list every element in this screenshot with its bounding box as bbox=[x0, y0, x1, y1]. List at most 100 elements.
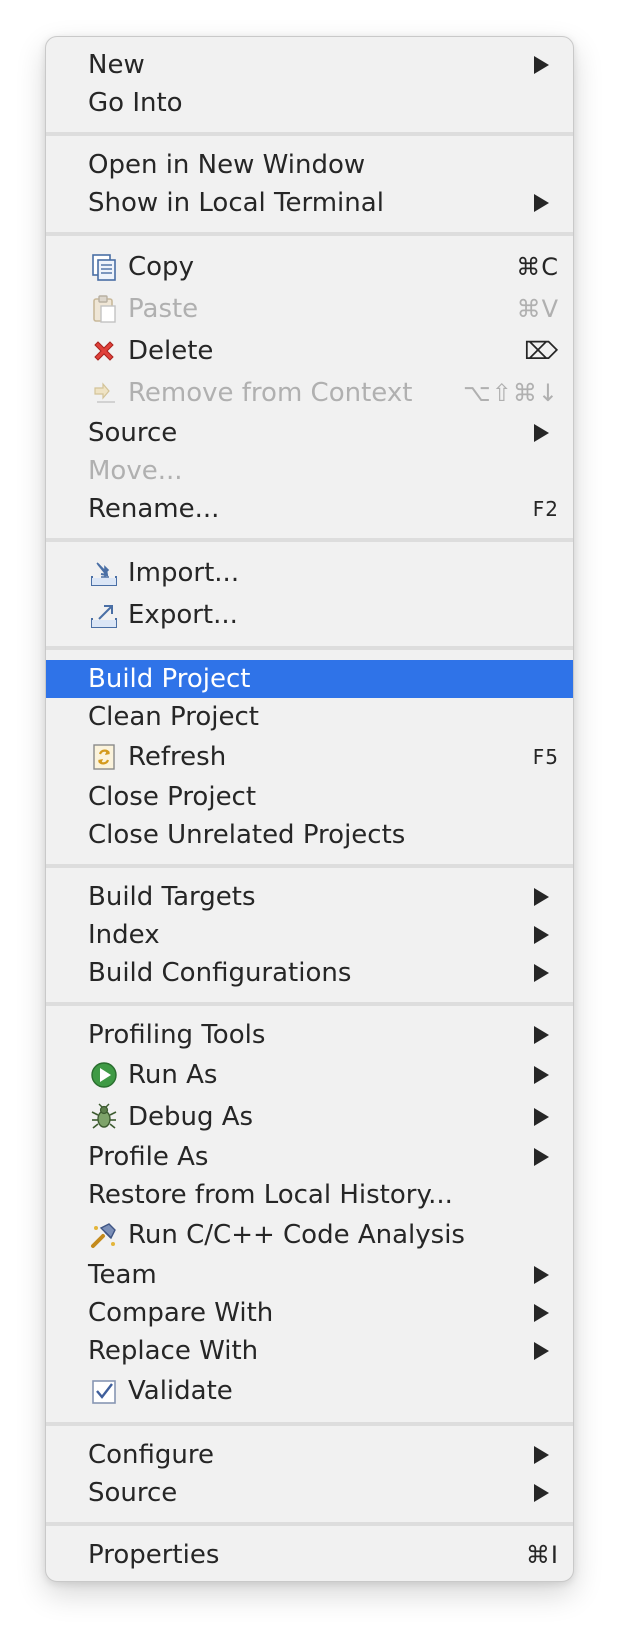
menu-item-label: Delete bbox=[128, 336, 214, 366]
menu-item-label: Properties bbox=[88, 1540, 220, 1570]
submenu-arrow-icon bbox=[534, 1026, 549, 1044]
copy-icon bbox=[88, 251, 120, 283]
menu-item-paste: Paste ⌘V bbox=[46, 288, 573, 330]
menu-item-label: Source bbox=[88, 418, 178, 448]
menu-item-export[interactable]: Export... bbox=[46, 594, 573, 636]
code-analysis-icon bbox=[88, 1219, 120, 1251]
menu-item-label: Debug As bbox=[128, 1102, 254, 1132]
submenu-arrow-icon bbox=[534, 888, 549, 906]
run-icon bbox=[88, 1059, 120, 1091]
separator bbox=[46, 132, 573, 136]
menu-item-go-into[interactable]: Go Into bbox=[46, 84, 573, 122]
menu-item-label: Team bbox=[88, 1260, 157, 1290]
menu-item-label: Build Targets bbox=[88, 882, 256, 912]
menu-item-label: Profile As bbox=[88, 1142, 209, 1172]
submenu-arrow-icon bbox=[534, 194, 549, 212]
menu-item-build-targets[interactable]: Build Targets bbox=[46, 878, 573, 916]
menu-item-index[interactable]: Index bbox=[46, 916, 573, 954]
menu-item-label: Move... bbox=[88, 456, 183, 486]
menu-item-label: Profiling Tools bbox=[88, 1020, 266, 1050]
menu-item-remove-from-context: Remove from Context ⌥⇧⌘↓ bbox=[46, 372, 573, 414]
shortcut-label: F2 bbox=[532, 497, 559, 521]
separator bbox=[46, 646, 573, 650]
menu-item-label: Compare With bbox=[88, 1298, 274, 1328]
menu-item-clean-project[interactable]: Clean Project bbox=[46, 698, 573, 736]
menu-item-label: Build Configurations bbox=[88, 958, 352, 988]
submenu-arrow-icon bbox=[534, 964, 549, 982]
menu-item-run-as[interactable]: Run As bbox=[46, 1054, 573, 1096]
menu-item-replace-with[interactable]: Replace With bbox=[46, 1332, 573, 1370]
menu-item-close-project[interactable]: Close Project bbox=[46, 778, 573, 816]
menu-item-source[interactable]: Source bbox=[46, 414, 573, 452]
menu-item-delete[interactable]: Delete ⌦ bbox=[46, 330, 573, 372]
separator bbox=[46, 1422, 573, 1426]
menu-item-compare-with[interactable]: Compare With bbox=[46, 1294, 573, 1332]
submenu-arrow-icon bbox=[534, 1304, 549, 1322]
menu-item-label: Go Into bbox=[88, 88, 183, 118]
submenu-arrow-icon bbox=[534, 1484, 549, 1502]
separator bbox=[46, 1002, 573, 1006]
shortcut-label: ⌦ bbox=[524, 337, 559, 365]
separator bbox=[46, 232, 573, 236]
menu-item-label: Open in New Window bbox=[88, 150, 366, 180]
menu-item-label: New bbox=[88, 50, 145, 80]
submenu-arrow-icon bbox=[534, 1148, 549, 1166]
menu-item-label: Index bbox=[88, 920, 160, 950]
bug-icon bbox=[88, 1101, 120, 1133]
menu-item-source-2[interactable]: Source bbox=[46, 1474, 573, 1512]
submenu-arrow-icon bbox=[534, 1266, 549, 1284]
submenu-arrow-icon bbox=[534, 56, 549, 74]
menu-item-label: Remove from Context bbox=[128, 378, 413, 408]
menu-item-show-local-terminal[interactable]: Show in Local Terminal bbox=[46, 184, 573, 222]
menu-item-label: Configure bbox=[88, 1440, 215, 1470]
menu-item-label: Copy bbox=[128, 252, 194, 282]
checkbox-icon bbox=[88, 1375, 120, 1407]
menu-item-properties[interactable]: Properties ⌘I bbox=[46, 1536, 573, 1574]
menu-item-label: Replace With bbox=[88, 1336, 259, 1366]
shortcut-label: ⌥⇧⌘↓ bbox=[463, 379, 559, 407]
menu-item-label: Export... bbox=[128, 600, 238, 630]
menu-item-import[interactable]: Import... bbox=[46, 552, 573, 594]
shortcut-label: ⌘V bbox=[516, 295, 559, 323]
menu-item-refresh[interactable]: Refresh F5 bbox=[46, 736, 573, 778]
menu-item-run-code-analysis[interactable]: Run C/C++ Code Analysis bbox=[46, 1214, 573, 1256]
menu-item-copy[interactable]: Copy ⌘C bbox=[46, 246, 573, 288]
menu-item-label: Run As bbox=[128, 1060, 218, 1090]
menu-item-label: Source bbox=[88, 1478, 178, 1508]
menu-item-profiling-tools[interactable]: Profiling Tools bbox=[46, 1016, 573, 1054]
submenu-arrow-icon bbox=[534, 926, 549, 944]
menu-item-open-new-window[interactable]: Open in New Window bbox=[46, 146, 573, 184]
menu-item-validate[interactable]: Validate bbox=[46, 1370, 573, 1412]
menu-item-build-project[interactable]: Build Project bbox=[46, 660, 573, 698]
menu-item-move: Move... bbox=[46, 452, 573, 490]
shortcut-label: ⌘I bbox=[525, 1541, 559, 1569]
context-menu: New Go Into Open in New Window Show in L… bbox=[45, 36, 574, 1582]
menu-item-label: Rename... bbox=[88, 494, 220, 524]
menu-item-restore-local-history[interactable]: Restore from Local History... bbox=[46, 1176, 573, 1214]
export-icon bbox=[88, 599, 120, 631]
menu-item-configure[interactable]: Configure bbox=[46, 1436, 573, 1474]
remove-context-icon bbox=[88, 377, 120, 409]
menu-item-rename[interactable]: Rename... F2 bbox=[46, 490, 573, 528]
menu-item-build-configurations[interactable]: Build Configurations bbox=[46, 954, 573, 992]
shortcut-label: F5 bbox=[532, 745, 559, 769]
menu-item-label: Refresh bbox=[128, 742, 227, 772]
menu-item-label: Paste bbox=[128, 294, 199, 324]
menu-item-label: Build Project bbox=[88, 664, 251, 694]
separator bbox=[46, 538, 573, 542]
shortcut-label: ⌘C bbox=[516, 253, 559, 281]
menu-item-profile-as[interactable]: Profile As bbox=[46, 1138, 573, 1176]
menu-item-close-unrelated-projects[interactable]: Close Unrelated Projects bbox=[46, 816, 573, 854]
menu-item-label: Clean Project bbox=[88, 702, 260, 732]
refresh-icon bbox=[88, 741, 120, 773]
menu-item-label: Validate bbox=[128, 1376, 233, 1406]
submenu-arrow-icon bbox=[534, 1446, 549, 1464]
menu-item-label: Close Project bbox=[88, 782, 257, 812]
menu-item-label: Restore from Local History... bbox=[88, 1180, 453, 1210]
submenu-arrow-icon bbox=[534, 1066, 549, 1084]
menu-item-debug-as[interactable]: Debug As bbox=[46, 1096, 573, 1138]
submenu-arrow-icon bbox=[534, 1108, 549, 1126]
menu-item-new[interactable]: New bbox=[46, 46, 573, 84]
menu-item-label: Import... bbox=[128, 558, 240, 588]
menu-item-team[interactable]: Team bbox=[46, 1256, 573, 1294]
